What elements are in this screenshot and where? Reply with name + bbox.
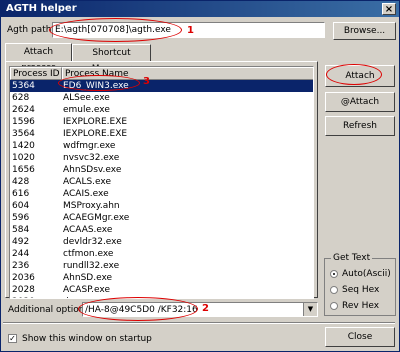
column-header-process-id[interactable]: Process ID [10, 67, 62, 80]
table-row[interactable]: 616 ACAIS.exe [10, 188, 313, 200]
annotation-oval-attach [326, 64, 382, 85]
table-row[interactable]: 244 ctfmon.exe [10, 248, 313, 260]
table-row[interactable]: 3564 IEXPLORE.EXE [10, 128, 313, 140]
process-name-cell: nvsvc32.exe [63, 153, 120, 163]
list-header: Process ID Process Name [10, 67, 313, 80]
process-name-cell: rundll32.exe [63, 261, 120, 271]
process-name-cell: ACALS.exe [63, 177, 111, 187]
process-name-cell: ACASP.exe [63, 285, 111, 295]
process-id-cell: 628 [12, 93, 30, 103]
table-row[interactable]: 428 ACALS.exe [10, 176, 313, 188]
chevron-down-icon[interactable]: ▼ [303, 303, 317, 316]
process-id-cell: 1656 [12, 165, 35, 175]
process-name-cell: IEXPLORE.EXE [63, 129, 128, 139]
divider [3, 322, 395, 324]
get-text-group: Get Text Auto(Ascii) Seq Hex Rev Hex [324, 253, 396, 316]
radio-auto-ascii-label: Auto(Ascii) [342, 269, 391, 279]
agth-path-label: Agth path [7, 25, 52, 35]
process-name-cell: ctfmon.exe [63, 249, 114, 259]
annotation-number-1: 1 [187, 25, 194, 36]
get-text-title: Get Text [331, 253, 373, 263]
window-title: AGTH helper [6, 3, 77, 14]
table-row[interactable]: 628 ALSee.exe [10, 92, 313, 104]
process-id-cell: 1596 [12, 117, 35, 127]
process-name-cell: ACAEGMgr.exe [63, 213, 130, 223]
process-name-cell: wdfmgr.exe [63, 141, 116, 151]
tab-attach-process[interactable]: Attach process [5, 43, 72, 73]
process-id-cell: 3564 [12, 129, 35, 139]
process-name-cell: AhnSDsv.exe [63, 165, 122, 175]
table-row[interactable]: 604 MSProxy.ahn [10, 200, 313, 212]
process-list[interactable]: Process ID Process Name 5364 ED6_WIN3.exe… [9, 66, 314, 299]
process-name-cell: AhnSD.exe [63, 273, 113, 283]
table-row[interactable]: 2624 emule.exe [10, 104, 313, 116]
process-id-cell: 236 [12, 261, 30, 271]
process-id-cell: 492 [12, 237, 30, 247]
table-row[interactable]: 2036 AhnSD.exe [10, 272, 313, 284]
at-attach-button[interactable]: @Attach [325, 92, 395, 112]
additional-option-label: Additional option [8, 305, 85, 315]
close-button[interactable]: Close [325, 327, 395, 347]
title-bar[interactable]: AGTH helper × [1, 1, 399, 17]
process-name-cell: MSProxy.ahn [63, 201, 120, 211]
radio-seq-hex-label: Seq Hex [342, 285, 380, 295]
refresh-button[interactable]: Refresh [325, 116, 395, 136]
process-rows: 5364 ED6_WIN3.exe 628 ALSee.exe 2624 emule.ex… [10, 80, 313, 298]
process-id-cell: 1020 [12, 153, 35, 163]
process-id-cell: 616 [12, 189, 30, 199]
radio-auto-ascii[interactable] [330, 270, 338, 278]
process-id-cell: 2028 [12, 285, 35, 295]
process-id-cell: 2036 [12, 273, 35, 283]
process-id-cell: 2624 [12, 105, 35, 115]
annotation-oval-process [58, 75, 140, 91]
process-id-cell: 1420 [12, 141, 35, 151]
process-name-cell: devldr32.exe [63, 237, 122, 247]
table-row[interactable]: 492 devldr32.exe [10, 236, 313, 248]
close-window-icon[interactable]: × [382, 3, 396, 15]
tab-shortcut-manager[interactable]: Shortcut Manager [72, 44, 151, 74]
table-row[interactable]: 236 rundll32.exe [10, 260, 313, 272]
show-on-startup-checkbox[interactable]: ✓ [8, 334, 17, 343]
table-row[interactable]: 584 ACAAS.exe [10, 224, 313, 236]
table-row[interactable]: 2028 ACASP.exe [10, 284, 313, 296]
process-name-cell: ALSee.exe [63, 93, 110, 103]
annotation-oval-path [49, 18, 182, 42]
annotation-oval-option [78, 297, 198, 321]
process-id-cell: 5364 [12, 81, 35, 91]
process-name-cell: IEXPLORE.EXE [63, 117, 128, 127]
table-row[interactable]: 5364 ED6_WIN3.exe [10, 80, 313, 92]
process-id-cell: 584 [12, 225, 30, 235]
annotation-number-2: 2 [202, 303, 209, 314]
show-on-startup-label: Show this window on startup [22, 334, 152, 344]
radio-rev-hex[interactable] [330, 302, 338, 310]
table-row[interactable]: 1020 nvsvc32.exe [10, 152, 313, 164]
browse-button[interactable]: Browse... [333, 22, 396, 40]
process-name-cell: emule.exe [63, 105, 110, 115]
radio-rev-hex-label: Rev Hex [342, 301, 380, 311]
table-row[interactable]: 1596 IEXPLORE.EXE [10, 116, 313, 128]
annotation-number-3: 3 [143, 76, 150, 87]
table-row[interactable]: 596 ACAEGMgr.exe [10, 212, 313, 224]
process-id-cell: 428 [12, 177, 30, 187]
table-row[interactable]: 1656 AhnSDsv.exe [10, 164, 313, 176]
process-id-cell: 604 [12, 201, 30, 211]
process-name-cell: ACAAS.exe [63, 225, 113, 235]
radio-seq-hex[interactable] [330, 286, 338, 294]
process-id-cell: 244 [12, 249, 30, 259]
table-row[interactable]: 1420 wdfmgr.exe [10, 140, 313, 152]
process-id-cell: 596 [12, 213, 30, 223]
process-id-cell: 2020 [12, 296, 35, 298]
process-name-cell: ACAIS.exe [63, 189, 109, 199]
